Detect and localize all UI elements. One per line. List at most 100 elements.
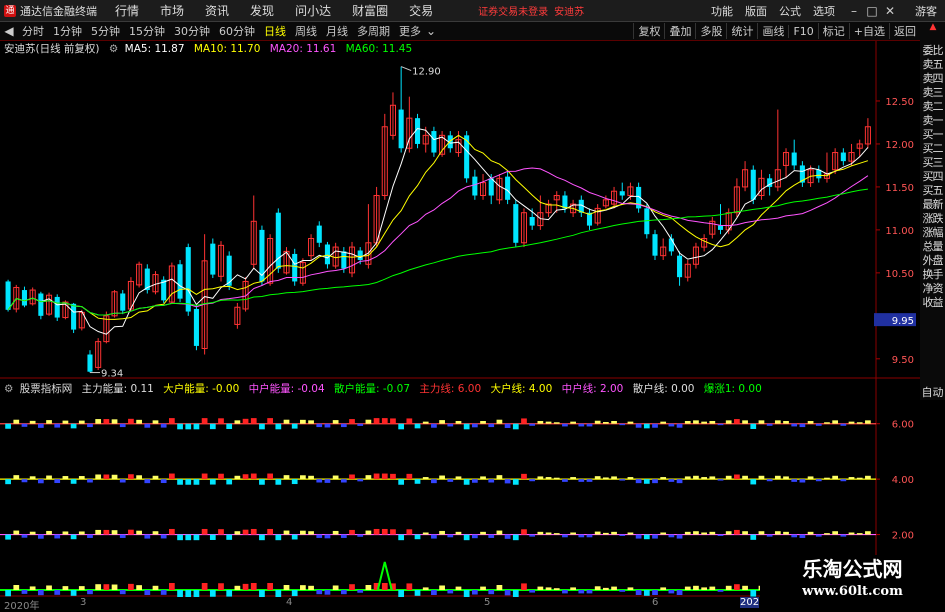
indicator-bar	[570, 532, 576, 535]
indicator-bar	[54, 534, 61, 539]
indicator-bar	[750, 423, 757, 429]
candle-body	[529, 217, 535, 226]
indicator-bar	[29, 420, 36, 424]
indicator-bar	[349, 584, 355, 590]
indicator-bar	[832, 531, 839, 535]
candle-body	[21, 290, 28, 306]
indicator-bar	[5, 423, 11, 429]
indicator-bar	[103, 474, 110, 480]
candle-body	[54, 296, 60, 318]
indicator-bar	[545, 421, 552, 424]
indicator-bar	[750, 590, 757, 597]
indicator-bar	[332, 475, 339, 480]
indicator-bar	[37, 479, 44, 484]
indicator-bar	[627, 587, 634, 590]
indicator-bar	[267, 528, 273, 535]
indicator-bar	[201, 583, 208, 590]
indicator-bar	[865, 475, 871, 480]
indicator-bar	[693, 531, 699, 535]
indicator-bar	[340, 479, 347, 483]
candle-body	[619, 191, 625, 196]
indicator-bar	[701, 421, 707, 424]
indicator-bar	[742, 475, 748, 480]
indicator-bar	[54, 423, 61, 428]
indicator-bar	[570, 421, 576, 424]
indicator-bar	[619, 590, 626, 592]
indicator-bar	[676, 590, 683, 595]
indicator-bar	[398, 590, 405, 597]
indicator-bar	[291, 423, 298, 429]
indicator-bar	[586, 590, 593, 594]
date-tick: 2020年	[4, 601, 40, 612]
indicator-bar	[300, 419, 306, 424]
indicator-bar	[422, 532, 429, 535]
indicator-bar	[70, 423, 77, 429]
indicator-bar	[480, 476, 486, 480]
indicator-bar	[619, 479, 626, 481]
indicator-bar	[128, 418, 134, 424]
indicator-bar	[611, 476, 617, 480]
indicator-bar	[717, 534, 724, 537]
indicator-bar	[717, 423, 724, 426]
candle-body	[210, 243, 216, 275]
indicator-bar	[635, 479, 642, 484]
indicator-bar	[635, 534, 642, 539]
indicator-bar	[545, 532, 552, 535]
indicator-bar	[496, 419, 503, 424]
indicator-bar	[545, 587, 552, 590]
indicator-bar	[119, 479, 126, 483]
indicator-bar	[365, 419, 372, 424]
indicator-bar	[447, 479, 454, 482]
indicator-bar	[439, 420, 445, 424]
indicator-bar	[87, 423, 93, 428]
indicator-bar	[275, 590, 282, 597]
indicator-bar	[660, 532, 667, 535]
indicator-bar	[37, 534, 44, 539]
indicator-bar	[54, 479, 61, 484]
indicator-bar	[95, 419, 102, 424]
indicator-bar	[676, 479, 683, 484]
indicator-bar	[717, 479, 724, 481]
indicator-bar	[537, 476, 544, 480]
indicator-bar	[390, 529, 396, 535]
indicator-bar	[627, 532, 634, 535]
indicator-bar	[62, 420, 69, 424]
indicator-bar	[13, 419, 20, 424]
indicator-bar	[652, 423, 658, 428]
indicator-bar	[259, 534, 265, 541]
indicator-bar	[832, 475, 839, 480]
indicator-bar	[431, 590, 437, 595]
indicator-bar	[562, 479, 568, 482]
indicator-bar	[766, 423, 773, 426]
indicator-bar	[242, 418, 249, 424]
indicator-bar	[570, 587, 576, 590]
indicator-bar	[725, 475, 732, 480]
candle-body	[513, 204, 519, 243]
indicator-bar	[390, 473, 396, 480]
indicator-bar	[136, 530, 142, 535]
indicator-bar	[774, 420, 781, 424]
indicator-bar	[209, 479, 216, 485]
candle-body	[193, 308, 199, 346]
indicator-bar	[193, 590, 200, 597]
indicator-bar	[717, 590, 724, 592]
indicator-bar	[185, 534, 192, 541]
indicator-bar	[21, 479, 28, 483]
indicator-bar	[185, 590, 192, 597]
indicator-bar	[783, 531, 789, 535]
indicator-bar	[856, 477, 863, 480]
indicator-bar	[349, 474, 355, 480]
indicator-bar	[357, 590, 364, 593]
kline-chart[interactable]: 12.50 12.00 11.50 11.00 10.50 9.95 9.50 12.90 9.…	[0, 0, 945, 609]
candle-body	[750, 169, 756, 200]
indicator-bar	[807, 531, 814, 535]
indicator-bar	[512, 590, 519, 597]
indicator-bar	[357, 423, 364, 426]
indicator-bar	[668, 590, 675, 594]
indicator-bar	[381, 583, 388, 590]
indicator-bar	[660, 421, 667, 424]
indicator-bar	[684, 531, 691, 535]
indicator-bar	[332, 530, 339, 535]
indicator-bar	[267, 473, 273, 480]
indicator-bar	[619, 534, 626, 537]
